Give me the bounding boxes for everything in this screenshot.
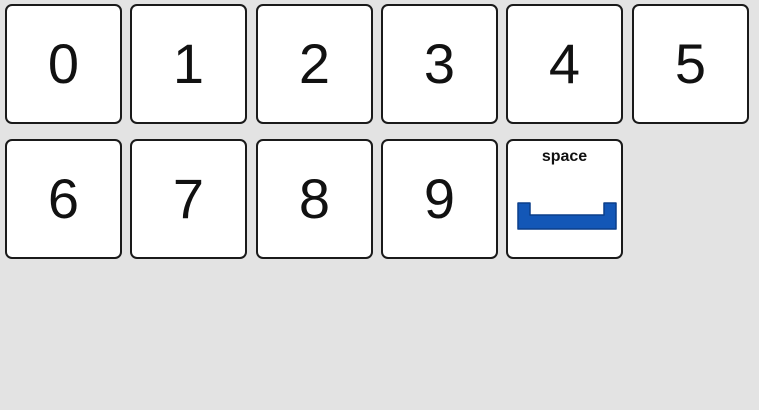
key-4[interactable]: 4: [506, 4, 623, 124]
key-9[interactable]: 9: [381, 139, 498, 259]
key-4-label: 4: [548, 32, 581, 95]
key-8[interactable]: 8: [256, 139, 373, 259]
number-keyboard: 0 1 2 3 4 5 6 7 8 9 space: [0, 0, 759, 410]
key-9-label: 9: [423, 167, 456, 230]
key-7-label: 7: [172, 167, 205, 230]
key-0[interactable]: 0: [5, 4, 122, 124]
key-2-label: 2: [298, 32, 331, 95]
key-5-label: 5: [674, 32, 707, 95]
key-0-label: 0: [47, 32, 80, 95]
key-3[interactable]: 3: [381, 4, 498, 124]
space-bar-icon: [517, 202, 617, 230]
space-key-label: space: [541, 148, 588, 165]
key-6[interactable]: 6: [5, 139, 122, 259]
key-8-label: 8: [298, 167, 331, 230]
key-6-label: 6: [47, 167, 80, 230]
key-1[interactable]: 1: [130, 4, 247, 124]
key-3-label: 3: [423, 32, 456, 95]
key-1-label: 1: [172, 32, 205, 95]
key-7[interactable]: 7: [130, 139, 247, 259]
key-2[interactable]: 2: [256, 4, 373, 124]
space-key[interactable]: space: [506, 139, 623, 259]
key-5[interactable]: 5: [632, 4, 749, 124]
